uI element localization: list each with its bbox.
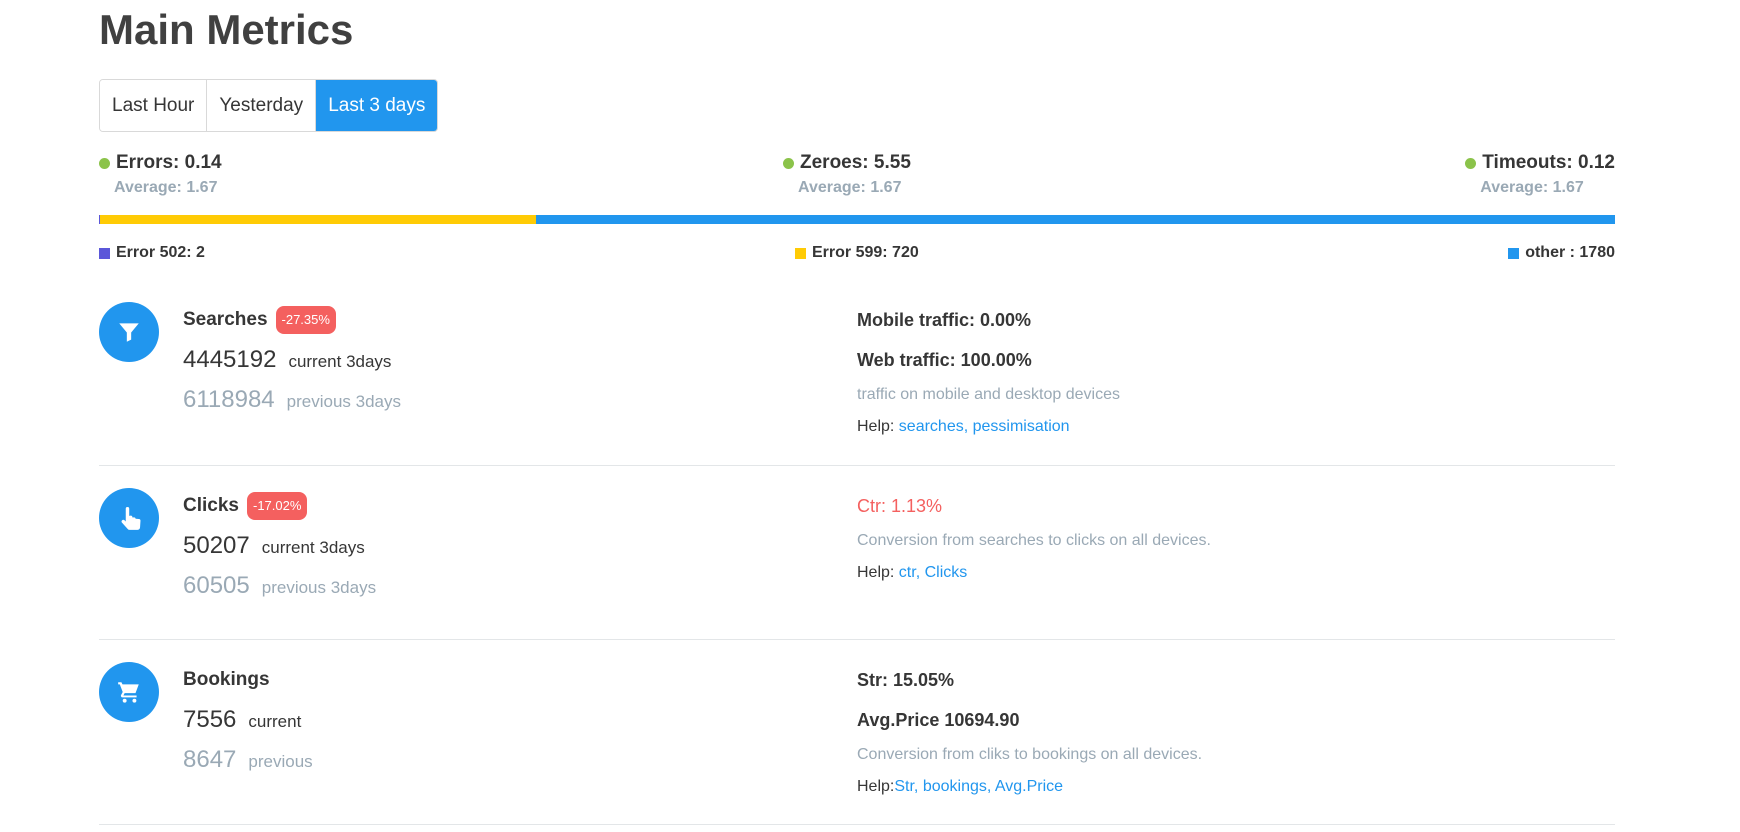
clicks-help: Help: ctr, Clicks: [857, 564, 1211, 582]
searches-previous-value: 6118984: [183, 386, 275, 413]
avg-price-value: Avg.Price 10694.90: [857, 710, 1020, 730]
period-selector: Last Hour Yesterday Last 3 days: [99, 79, 439, 132]
clicks-change-badge: -17.02%: [246, 492, 308, 520]
web-traffic: Web traffic: 100.00%: [857, 350, 1032, 370]
errors-value: Errors: 0.14: [116, 152, 222, 173]
status-dot-icon: [99, 157, 110, 169]
bookings-help-link[interactable]: Str, bookings, Avg.Price: [894, 778, 1063, 795]
bookings-description: Conversion from cliks to bookings on all…: [857, 746, 1203, 763]
page-title: Main Metrics: [99, 6, 354, 53]
timeouts-average: Average: 1.67: [1480, 179, 1584, 196]
searches-change-badge: -27.35%: [275, 306, 336, 334]
status-dot-icon: [783, 157, 794, 169]
period-last-hour-button[interactable]: Last Hour: [100, 80, 208, 131]
legend-other-label: other : 1780: [1525, 244, 1615, 261]
legend-error-502-label: Error 502: 2: [116, 244, 205, 261]
mobile-traffic: Mobile traffic: 0.00%: [857, 310, 1032, 330]
clicks-current-label: current 3days: [261, 538, 365, 557]
bookings-previous-label: previous: [248, 752, 313, 771]
timeouts-value: Timeouts: 0.12: [1482, 152, 1615, 173]
legend-swatch-icon: [795, 247, 806, 259]
searches-help-link[interactable]: searches, pessimisation: [899, 418, 1070, 435]
searches-help-label: Help:: [857, 418, 899, 435]
bookings-help: Help:Str, bookings, Avg.Price: [857, 778, 1202, 796]
searches-title: Searches: [183, 309, 268, 330]
status-dot-icon: [1465, 157, 1477, 169]
pointer-hand-icon: [99, 488, 159, 548]
searches-current-label: current 3days: [288, 352, 392, 371]
legend-other: other : 1780: [1508, 244, 1615, 262]
timeouts-stat: Timeouts: 0.12 Average: 1.67: [1465, 152, 1615, 197]
searches-current-value: 4445192: [183, 346, 277, 373]
legend-error-599: Error 599: 720: [795, 244, 919, 262]
bookings-help-label: Help:: [857, 778, 895, 795]
legend-swatch-icon: [1508, 247, 1520, 259]
bookings-current-value: 7556: [183, 706, 237, 733]
clicks-help-link[interactable]: ctr, Clicks: [899, 564, 967, 581]
bookings-title: Bookings: [183, 669, 270, 690]
errors-average: Average: 1.67: [114, 179, 218, 196]
clicks-metric-row: Clicks -17.02% 50207 current 3days 60505…: [99, 478, 1615, 640]
period-yesterday-button[interactable]: Yesterday: [207, 80, 317, 131]
clicks-previous-label: previous 3days: [261, 578, 377, 597]
searches-metric-row: Searches -27.35% 4445192 current 3days 6…: [99, 292, 1615, 466]
errors-stat: Errors: 0.14 Average: 1.67: [99, 152, 222, 197]
legend-swatch-icon: [99, 247, 110, 259]
bookings-previous-value: 8647: [183, 746, 237, 773]
ctr-value: Ctr: 1.13%: [857, 496, 943, 516]
zeroes-value: Zeroes: 5.55: [800, 152, 911, 173]
clicks-current-value: 50207: [183, 532, 250, 559]
clicks-title: Clicks: [183, 495, 239, 516]
clicks-help-label: Help:: [857, 564, 899, 581]
str-value: Str: 15.05%: [857, 670, 955, 690]
bookings-metric-row: Bookings 7556 current 8647 previous Str:…: [99, 652, 1615, 825]
clicks-description: Conversion from searches to clicks on al…: [857, 532, 1211, 549]
clicks-previous-value: 60505: [183, 572, 250, 599]
bookings-current-label: current: [248, 712, 302, 731]
legend-error-502: Error 502: 2: [99, 244, 205, 262]
legend-error-599-label: Error 599: 720: [812, 244, 919, 261]
main-metrics-page: Main Metrics Last Hour Yesterday Last 3 …: [0, 0, 1740, 832]
bar-segment-2: [536, 215, 1615, 224]
searches-previous-label: previous 3days: [286, 392, 401, 411]
zeroes-average: Average: 1.67: [798, 179, 902, 196]
funnel-icon: [99, 302, 159, 362]
zeroes-stat: Zeroes: 5.55 Average: 1.67: [783, 152, 911, 197]
shopping-cart-icon: [99, 662, 159, 722]
period-last-3-days-button[interactable]: Last 3 days: [316, 80, 438, 131]
error-breakdown-bar: [99, 215, 1615, 224]
searches-help: Help: searches, pessimisation: [857, 418, 1120, 436]
bar-segment-1: [100, 215, 537, 224]
searches-description: traffic on mobile and desktop devices: [857, 386, 1120, 403]
